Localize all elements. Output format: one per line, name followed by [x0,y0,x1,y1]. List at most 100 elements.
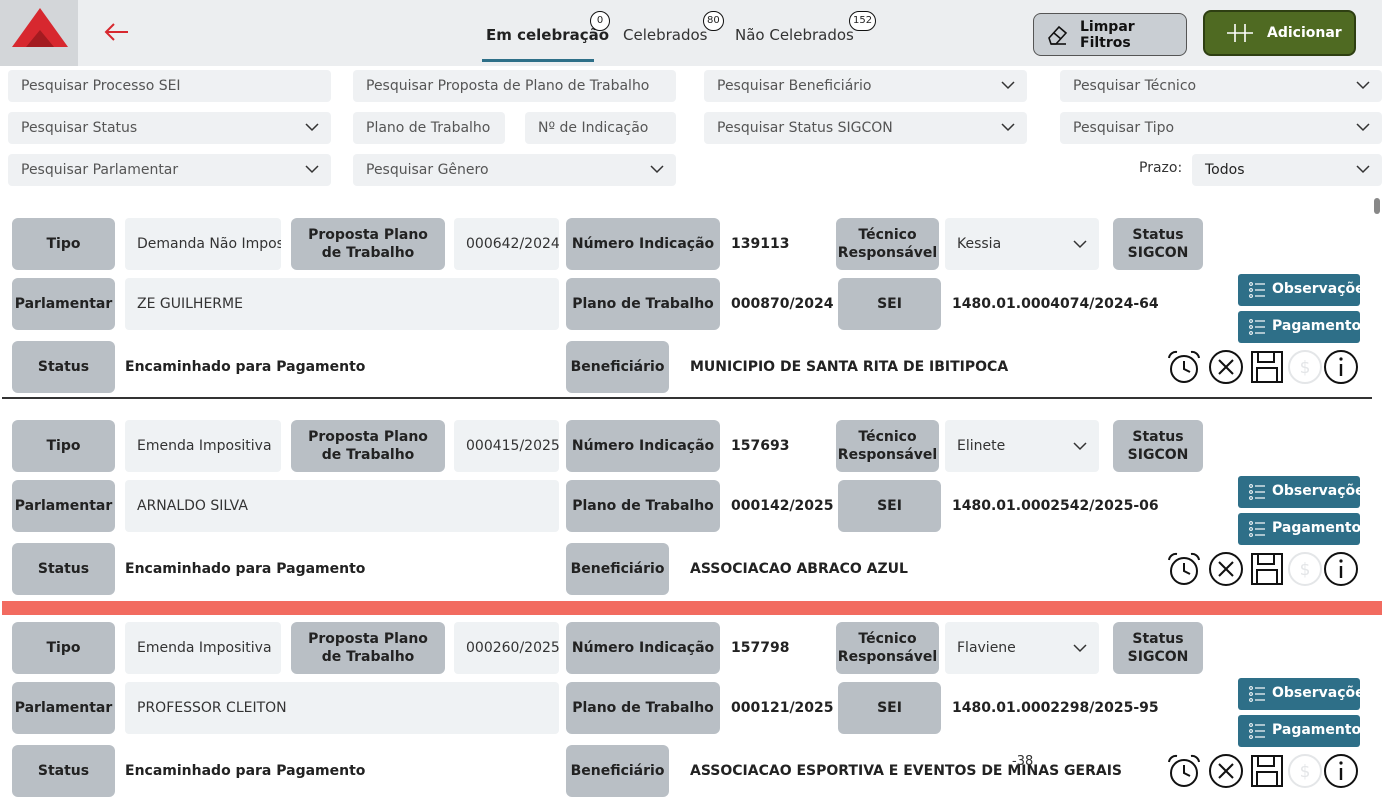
tecnico-dropdown[interactable]: Elinete [945,420,1099,472]
chevron-down-icon [305,165,319,174]
clear-filters-label: Limpar Filtros [1080,18,1135,51]
cancel-icon[interactable] [1208,551,1244,587]
chevron-down-icon [1356,81,1370,90]
beneficiario-dropdown-label: Pesquisar Beneficiário [717,78,872,94]
save-icon[interactable] [1249,349,1285,385]
dollar-icon: $ [1288,754,1322,788]
tipo-value[interactable]: Emenda Impositiva [125,420,281,472]
chevron-down-icon [305,123,319,132]
observacoes-button[interactable]: Observações [1238,274,1373,306]
pagamento-button[interactable]: Pagamento [1238,715,1362,747]
plano-trabalho-value: 000142/2025 [731,498,834,514]
alarm-clock-icon[interactable] [1166,551,1202,587]
beneficiario-label: Beneficiário [566,543,669,595]
record-divider [2,397,1372,399]
add-label: Adicionar [1267,25,1342,41]
eraser-icon [1048,25,1068,45]
chevron-down-icon [1073,644,1087,653]
tipo-dropdown[interactable]: Pesquisar Tipo [1060,112,1382,144]
info-icon[interactable] [1323,551,1359,587]
parlamentar-value[interactable]: PROFESSOR CLEITON [125,682,559,734]
alarm-clock-icon[interactable] [1166,753,1202,789]
parlamentar-dropdown[interactable]: Pesquisar Parlamentar [8,154,331,186]
info-icon[interactable] [1323,349,1359,385]
tab-count-badge: 0 [590,11,610,31]
numero-indicacao-value: 157693 [731,438,790,454]
parlamentar-label: Parlamentar [12,480,115,532]
tab-nao-celebrados[interactable]: Não Celebrados [735,26,854,44]
proposta-label: Proposta Plano de Trabalho [291,420,445,472]
pagamento-button[interactable]: Pagamento [1238,311,1362,343]
tipo-value[interactable]: Demanda Não Impositiva [125,218,281,270]
pagamento-label: Pagamento [1272,520,1362,536]
info-icon[interactable] [1323,753,1359,789]
status-dropdown[interactable]: Pesquisar Status [8,112,331,144]
status-value: Encaminhado para Pagamento [125,561,366,577]
record-card: Tipo Emenda Impositiva Proposta Plano de… [0,402,1382,604]
tecnico-dropdown[interactable]: Pesquisar Técnico [1060,70,1382,102]
tecnico-dropdown[interactable]: Kessia [945,218,1099,270]
list-icon [1249,686,1265,702]
tab-count-badge: 152 [849,11,877,31]
status-label: Status [12,745,115,797]
tecnico-label: Técnico Responsável [836,218,939,270]
proposta-value[interactable]: 000642/2024 [454,218,559,270]
tecnico-value: Elinete [957,438,1006,454]
app-logo [0,0,78,66]
status-label: Status [12,341,115,393]
observacoes-button[interactable]: Observações [1238,476,1373,508]
beneficiario-label: Beneficiário [566,745,669,797]
genero-dropdown[interactable]: Pesquisar Gênero [353,154,676,186]
back-arrow-icon[interactable] [102,16,132,48]
beneficiario-value: ASSOCIACAO ABRACO AZUL [690,561,908,577]
status-sigcon-dropdown[interactable]: Pesquisar Status SIGCON [704,112,1027,144]
top-bar: Em celebração 0 Celebrados 80 Não Celebr… [0,0,1382,66]
cancel-icon[interactable] [1208,349,1244,385]
tecnico-label: Técnico Responsável [836,622,939,674]
proposta-value[interactable]: 000415/2025 [454,420,559,472]
save-icon[interactable] [1249,753,1285,789]
clear-filters-button[interactable]: Limpar Filtros [1033,13,1187,56]
observacoes-button[interactable]: Observações [1238,678,1373,710]
cancel-icon[interactable] [1208,753,1244,789]
parlamentar-dropdown-label: Pesquisar Parlamentar [21,162,179,178]
indicacao-input[interactable]: Nº de Indicação [525,112,676,144]
search-proposta-input[interactable]: Pesquisar Proposta de Plano de Trabalho [353,70,676,102]
pagamento-label: Pagamento [1272,722,1362,738]
alarm-clock-icon[interactable] [1166,349,1202,385]
parlamentar-value[interactable]: ZE GUILHERME [125,278,559,330]
sei-label: SEI [838,682,941,734]
status-label: Status [12,543,115,595]
chevron-down-icon [1073,442,1087,451]
tipo-dropdown-label: Pesquisar Tipo [1073,120,1175,136]
pagamento-button[interactable]: Pagamento [1238,513,1362,545]
tecnico-dropdown-label: Pesquisar Técnico [1073,78,1197,94]
tab-celebrados[interactable]: Celebrados [623,26,708,44]
tipo-value[interactable]: Emenda Impositiva [125,622,281,674]
chevron-down-icon [1073,240,1087,249]
list-icon [1249,723,1265,739]
save-icon[interactable] [1249,551,1285,587]
tecnico-dropdown[interactable]: Flaviene [945,622,1099,674]
pagamento-label: Pagamento [1272,318,1362,334]
genero-dropdown-label: Pesquisar Gênero [366,162,489,178]
record-card: Tipo Emenda Impositiva Proposta Plano de… [0,604,1382,806]
proposta-value[interactable]: 000260/2025 [454,622,559,674]
proposta-label: Proposta Plano de Trabalho [291,218,445,270]
tipo-label: Tipo [12,622,115,674]
parlamentar-value[interactable]: ARNALDO SILVA [125,480,559,532]
sei-value: 1480.01.0004074/2024-64 [952,296,1159,312]
search-processo-sei-input[interactable]: Pesquisar Processo SEI [8,70,331,102]
status-value: Encaminhado para Pagamento [125,359,366,375]
svg-text:$: $ [1300,358,1311,378]
proposta-label: Proposta Plano de Trabalho [291,622,445,674]
observacoes-label: Observações [1272,685,1373,701]
plano-trabalho-input[interactable]: Plano de Trabalho [353,112,505,144]
status-sigcon-label: Status SIGCON [1113,622,1203,674]
tab-em-celebracao[interactable]: Em celebração [486,26,609,44]
beneficiario-dropdown[interactable]: Pesquisar Beneficiário [704,70,1027,102]
add-button[interactable]: Adicionar [1203,10,1356,56]
observacoes-label: Observações [1272,281,1373,297]
prazo-dropdown[interactable]: Todos [1192,154,1382,186]
numero-indicacao-label: Número Indicação [566,622,720,674]
